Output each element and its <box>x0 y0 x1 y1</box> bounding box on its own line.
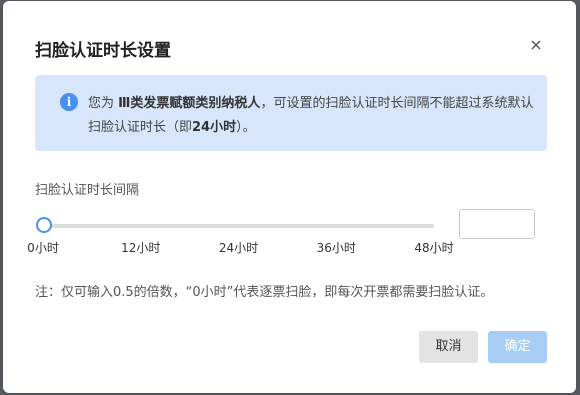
close-icon[interactable] <box>528 37 544 53</box>
dialog-title: 扫脸认证时长设置 <box>35 41 171 61</box>
info-text-prefix: 您为 <box>88 96 119 111</box>
duration-settings-dialog: 扫脸认证时长设置 i 您为 Ⅲ类发票赋额类别纳税人，可设置的扫脸认证时长间隔不能… <box>3 1 576 393</box>
taxpayer-type: Ⅲ类发票赋额类别纳税人 <box>118 96 261 111</box>
slider-handle[interactable] <box>36 217 52 233</box>
note-text: 注：仅可输入0.5的倍数，“0小时”代表逐票扫脸，即每次开票都需要扫脸认证。 <box>35 285 494 300</box>
confirm-button[interactable]: 确定 <box>488 331 547 363</box>
slider-label: 扫脸认证时长间隔 <box>35 183 140 198</box>
info-text-suffix: ）。 <box>236 120 256 135</box>
info-icon: i <box>60 93 78 111</box>
tick-label: 24小时 <box>218 241 259 255</box>
default-duration: 24小时 <box>192 120 237 135</box>
tick-label: 12小时 <box>121 241 161 255</box>
info-text: 您为 Ⅲ类发票赋额类别纳税人，可设置的扫脸认证时长间隔不能超过系统默认扫脸认证时… <box>88 92 538 140</box>
cancel-button[interactable]: 取消 <box>419 331 478 363</box>
info-banner: i 您为 Ⅲ类发票赋额类别纳税人，可设置的扫脸认证时长间隔不能超过系统默认扫脸认… <box>35 75 547 151</box>
slider-track[interactable] <box>43 224 434 228</box>
tick-label: 36小时 <box>316 241 356 255</box>
hours-input[interactable] <box>459 209 535 239</box>
tick-label: 0小时 <box>27 241 59 255</box>
tick-label: 48小时 <box>414 241 454 255</box>
